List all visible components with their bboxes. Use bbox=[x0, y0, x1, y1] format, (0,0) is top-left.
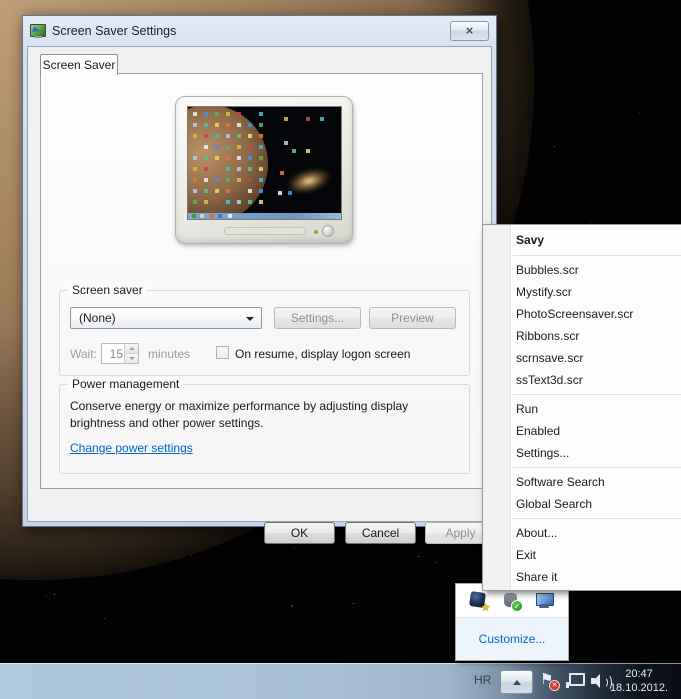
on-resume-label: On resume, display logon screen bbox=[235, 347, 410, 361]
menu-header-savy: Savy bbox=[483, 228, 681, 252]
tray-overflow-popup: ★ ✓ Customize... bbox=[455, 583, 569, 661]
menu-item-global-search[interactable]: Global Search bbox=[483, 493, 681, 515]
menu-item-scrnsave-scr[interactable]: scrnsave.scr bbox=[483, 347, 681, 369]
menu-item-exit[interactable]: Exit bbox=[483, 544, 681, 566]
menu-item-share-it[interactable]: Share it bbox=[483, 566, 681, 588]
wait-row: Wait: 15 minutes On resume, display logo… bbox=[70, 343, 465, 365]
menu-item-ribbons-scr[interactable]: Ribbons.scr bbox=[483, 325, 681, 347]
savy-app-icon[interactable]: ★ bbox=[469, 591, 489, 611]
wait-value: 15 bbox=[110, 347, 123, 361]
change-power-settings-link[interactable]: Change power settings bbox=[70, 441, 193, 455]
popup-footer: Customize... bbox=[456, 618, 568, 660]
desktop: Screen Saver Settings × Screen Saver bbox=[0, 0, 681, 699]
menu-item-about[interactable]: About... bbox=[483, 522, 681, 544]
screensaver-preview-screen bbox=[187, 106, 342, 220]
menu-item-software-search[interactable]: Software Search bbox=[483, 471, 681, 493]
menu-item-enabled[interactable]: Enabled bbox=[483, 420, 681, 442]
ok-button[interactable]: OK bbox=[264, 522, 335, 544]
window-title: Screen Saver Settings bbox=[52, 24, 450, 38]
screensaver-preview-monitor bbox=[175, 96, 353, 244]
menu-item-settings[interactable]: Settings... bbox=[483, 442, 681, 464]
menu-separator bbox=[513, 518, 681, 519]
wait-label: Wait: bbox=[70, 347, 97, 361]
close-button[interactable]: × bbox=[450, 21, 489, 41]
power-management-group: Power management Conserve energy or maxi… bbox=[59, 384, 470, 474]
network-icon[interactable] bbox=[566, 673, 584, 689]
display-settings-icon bbox=[30, 24, 46, 38]
security-check-icon[interactable]: ✓ bbox=[502, 591, 522, 611]
settings-button[interactable]: Settings... bbox=[274, 307, 361, 329]
spinner-down-button[interactable] bbox=[125, 354, 138, 363]
tab-page: Screen saver (None) Settings... Preview … bbox=[40, 73, 483, 489]
spinner-up-button[interactable] bbox=[125, 344, 138, 354]
preview-button[interactable]: Preview bbox=[369, 307, 456, 329]
chevron-down-icon bbox=[246, 317, 254, 321]
minutes-label: minutes bbox=[148, 347, 190, 361]
monitor-power-button bbox=[322, 225, 334, 237]
clock-time: 20:47 bbox=[603, 667, 675, 681]
titlebar[interactable]: Screen Saver Settings × bbox=[23, 16, 496, 45]
power-group-legend: Power management bbox=[68, 377, 183, 391]
screensaver-group: Screen saver (None) Settings... Preview … bbox=[59, 290, 470, 376]
menu-separator bbox=[513, 255, 681, 256]
savy-context-menu: Savy Bubbles.scrMystify.scrPhotoScreensa… bbox=[482, 224, 681, 591]
tab-screen-saver[interactable]: Screen Saver bbox=[40, 54, 118, 75]
error-badge-icon: ✕ bbox=[549, 680, 560, 691]
screensaver-dropdown[interactable]: (None) bbox=[70, 307, 262, 329]
menu-item-sstext3d-scr[interactable]: ssText3d.scr bbox=[483, 369, 681, 391]
wait-spinner[interactable]: 15 bbox=[101, 343, 139, 364]
on-resume-checkbox[interactable] bbox=[216, 346, 229, 359]
power-description: Conserve energy or maximize performance … bbox=[70, 398, 408, 432]
menu-separator bbox=[513, 467, 681, 468]
menu-item-bubbles-scr[interactable]: Bubbles.scr bbox=[483, 259, 681, 281]
chevron-up-icon bbox=[513, 680, 521, 685]
clock-date: 18.10.2012. bbox=[603, 681, 675, 695]
menu-item-run[interactable]: Run bbox=[483, 398, 681, 420]
action-center-flag-icon[interactable]: ⚑ ✕ bbox=[540, 670, 558, 692]
screensaver-dropdown-value: (None) bbox=[79, 311, 116, 325]
taskbar[interactable]: HR ⚑ ✕ 20:47 18.10.2012. bbox=[0, 663, 681, 699]
show-hidden-icons-button[interactable] bbox=[500, 670, 533, 694]
screensaver-group-legend: Screen saver bbox=[68, 283, 147, 297]
cancel-button[interactable]: Cancel bbox=[345, 522, 416, 544]
language-indicator[interactable]: HR bbox=[474, 673, 491, 687]
menu-separator bbox=[513, 394, 681, 395]
menu-item-mystify-scr[interactable]: Mystify.scr bbox=[483, 281, 681, 303]
customize-link[interactable]: Customize... bbox=[479, 632, 546, 646]
dialog-client-area: Screen Saver Screen saver bbox=[27, 46, 492, 522]
screen-saver-settings-window: Screen Saver Settings × Screen Saver bbox=[22, 15, 497, 527]
display-icon[interactable] bbox=[535, 591, 555, 611]
taskbar-clock[interactable]: 20:47 18.10.2012. bbox=[603, 667, 675, 695]
menu-item-photoscreensaver-scr[interactable]: PhotoScreensaver.scr bbox=[483, 303, 681, 325]
